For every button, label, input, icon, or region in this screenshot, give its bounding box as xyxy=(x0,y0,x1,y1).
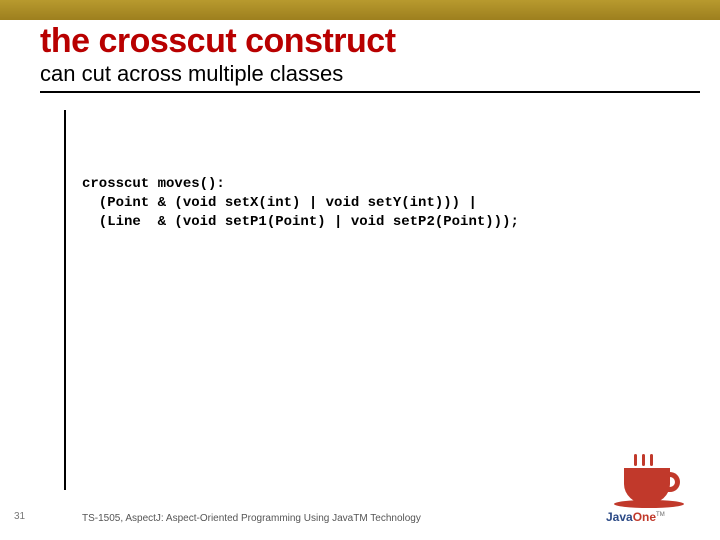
steam-icon xyxy=(642,454,645,466)
slide-subtitle: can cut across multiple classes xyxy=(40,61,700,93)
top-accent-bar xyxy=(0,0,720,20)
page-number: 31 xyxy=(14,511,25,522)
saucer-icon xyxy=(614,500,684,508)
vertical-rule xyxy=(64,110,66,490)
logo-text: JavaOneTM xyxy=(606,510,716,524)
logo-tm: TM xyxy=(656,512,665,518)
slide-title: the crosscut construct xyxy=(40,22,700,61)
logo-java: Java xyxy=(606,510,633,524)
footer-text: TS-1505, AspectJ: Aspect-Oriented Progra… xyxy=(82,513,421,524)
logo-one: One xyxy=(633,510,656,524)
cup-handle-icon xyxy=(664,472,680,492)
steam-icon xyxy=(634,454,637,466)
code-snippet: crosscut moves(): (Point & (void setX(in… xyxy=(82,175,519,232)
javaone-logo: JavaOneTM xyxy=(606,464,706,534)
steam-icon xyxy=(650,454,653,466)
slide: the crosscut construct can cut across mu… xyxy=(0,0,720,540)
title-block: the crosscut construct can cut across mu… xyxy=(40,22,700,93)
